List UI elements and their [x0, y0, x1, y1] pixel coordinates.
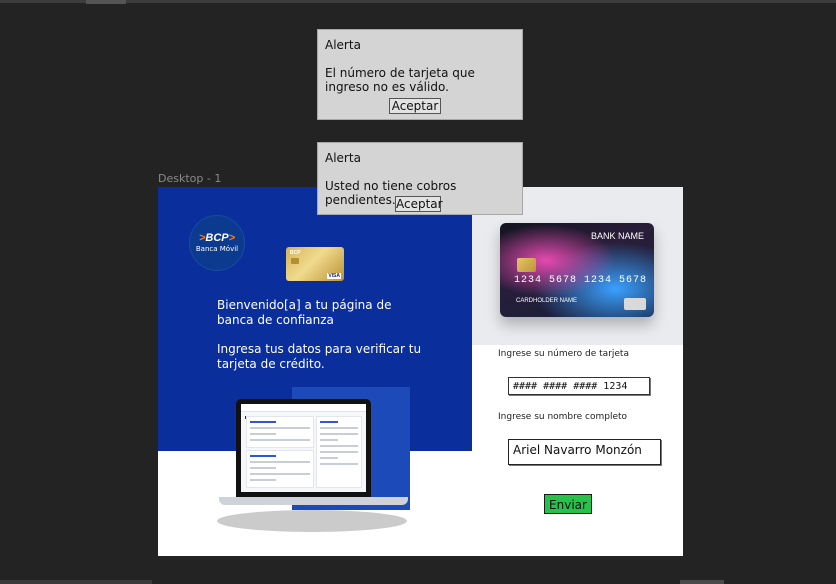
full-name-input[interactable]: Ariel Navarro Monzón	[508, 439, 661, 465]
mock-card	[246, 416, 314, 448]
alert-dialog-invalid-card: Alerta El número de tarjeta que ingreso …	[317, 29, 523, 120]
accept-button[interactable]: Aceptar	[395, 196, 443, 212]
laptop-illustration	[217, 387, 410, 542]
bcp-logo: >BCP> Banca Móvil	[189, 215, 245, 271]
bcp-logo-subtitle: Banca Móvil	[195, 245, 239, 253]
welcome-text: Bienvenido[a] a tu página de banca de co…	[217, 298, 427, 386]
card-bank-name: BANK NAME	[590, 231, 644, 241]
card-number: 1234 5678 1234 5678	[514, 275, 648, 286]
laptop-shadow	[217, 510, 407, 532]
alert-title: Alerta	[325, 151, 361, 165]
alert-title: Alerta	[325, 38, 361, 52]
alert-message: El número de tarjeta que ingreso no es v…	[325, 66, 475, 94]
card-holder-name: CARDHOLDER NAME	[516, 298, 578, 304]
bcp-logo-text: >BCP>	[198, 232, 236, 244]
gold-credit-card-image: BCP VISA	[286, 247, 344, 281]
card-network-icon	[624, 298, 646, 310]
gold-card-brand: BCP	[290, 250, 301, 256]
submit-button[interactable]: Enviar	[544, 494, 592, 514]
app-top-tab[interactable]	[86, 0, 126, 4]
welcome-line-2: Ingresa tus datos para verificar tu tarj…	[217, 342, 422, 371]
card-number-input[interactable]: #### #### #### 1234	[508, 377, 650, 395]
full-name-label: Ingrese su nombre completo	[498, 412, 628, 422]
laptop-screen	[236, 399, 371, 497]
mock-card	[246, 450, 314, 488]
mock-header	[241, 404, 366, 419]
bottom-scroll-thumb[interactable]	[680, 580, 724, 584]
bottom-scrollbar[interactable]	[0, 580, 152, 584]
artboard-label[interactable]: Desktop - 1	[158, 172, 221, 185]
accept-button[interactable]: Aceptar	[389, 98, 441, 114]
card-chip-icon	[291, 258, 299, 264]
card-chip-icon	[517, 258, 536, 272]
visa-logo: VISA	[327, 273, 341, 279]
laptop-display	[241, 404, 366, 492]
alert-dialog-no-charges: Alerta Usted no tiene cobros pendientes.…	[317, 142, 523, 215]
artboard-desktop: >BCP> Banca Móvil BCP VISA Bienvenido[a]…	[158, 187, 683, 556]
welcome-line-1: Bienvenido[a] a tu página de banca de co…	[217, 298, 392, 327]
laptop-base	[219, 497, 408, 505]
card-number-label: Ingrese su número de tarjeta	[498, 349, 629, 359]
mock-card	[316, 416, 362, 488]
credit-card-mockup: BANK NAME 1234 5678 1234 5678 CARDHOLDER…	[500, 223, 654, 317]
